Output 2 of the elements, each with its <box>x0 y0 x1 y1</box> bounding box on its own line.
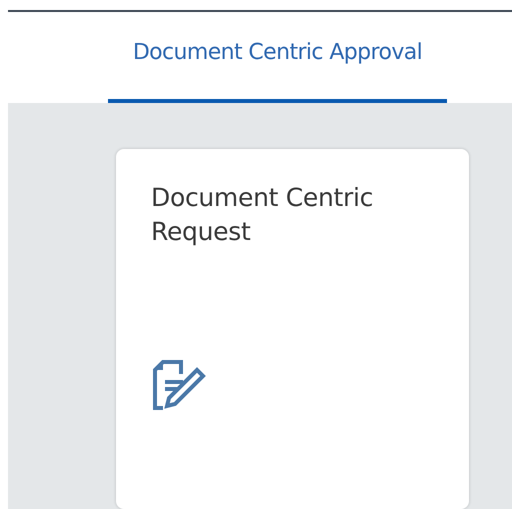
app-tile[interactable]: Document Centric Request <box>116 149 469 509</box>
tile-title: Document Centric Request <box>151 182 374 248</box>
